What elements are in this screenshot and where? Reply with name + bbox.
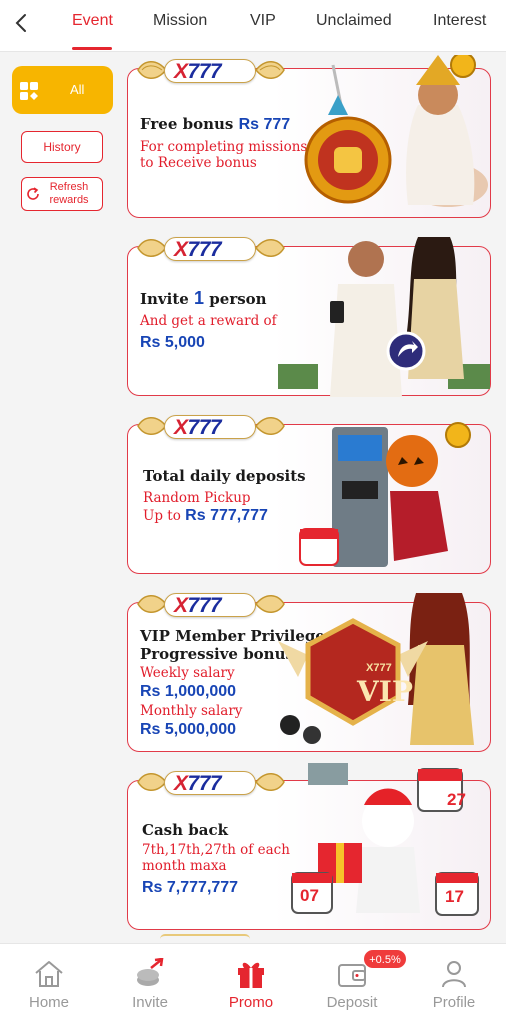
house-icon bbox=[35, 961, 63, 987]
x777-logo: X777 bbox=[136, 53, 286, 87]
nav-deposit-label: Deposit bbox=[326, 994, 378, 1011]
goddess-illustration bbox=[304, 55, 488, 207]
logo-prefix: X bbox=[174, 594, 188, 617]
history-button[interactable]: History bbox=[21, 131, 103, 163]
gold-wing-icon bbox=[255, 773, 285, 791]
x777-logo: X777 bbox=[136, 587, 286, 621]
logo-prefix: X bbox=[174, 416, 188, 439]
x777-logo: X777 bbox=[136, 231, 286, 265]
grid-icon bbox=[20, 82, 38, 100]
tab-mission[interactable]: Mission bbox=[153, 12, 207, 30]
card-line2: month maxa bbox=[142, 858, 227, 874]
tab-unclaimed[interactable]: Unclaimed bbox=[316, 12, 392, 30]
nav-home[interactable]: Home bbox=[9, 958, 89, 1011]
x777-logo: X777 bbox=[136, 409, 286, 443]
logo-number: 777 bbox=[187, 416, 222, 439]
card-line2-prefix: Up to bbox=[143, 508, 181, 524]
card-line1: For completing missions bbox=[140, 139, 308, 155]
logo-prefix: X bbox=[174, 60, 188, 83]
nav-invite[interactable]: Invite bbox=[110, 958, 190, 1011]
logo-prefix: X bbox=[174, 238, 188, 261]
nav-invite-label: Invite bbox=[132, 994, 168, 1011]
category-sidebar: All History Refresh rewards bbox=[0, 53, 122, 943]
gift-icon bbox=[238, 962, 264, 988]
gold-wing-icon bbox=[255, 417, 285, 435]
card-title-b: person bbox=[209, 290, 267, 308]
logo-number: 777 bbox=[187, 60, 222, 83]
logo-number: 777 bbox=[187, 238, 222, 261]
card-amount: Rs 777 bbox=[238, 116, 291, 133]
card-title2: Progressive bonus bbox=[140, 645, 294, 663]
logo-number: 777 bbox=[187, 594, 222, 617]
category-all-label: All bbox=[70, 82, 85, 97]
calendar-date-left: 07 bbox=[300, 886, 319, 905]
weekly-label: Weekly salary bbox=[140, 665, 235, 681]
promo-screen: Event Mission VIP Unclaimed Interest All… bbox=[0, 0, 506, 1024]
card-line1: Random Pickup bbox=[143, 490, 251, 506]
card-title: Cash back bbox=[142, 821, 228, 839]
calendar-date-top: 27 bbox=[447, 790, 466, 809]
refresh-rewards-label: Refresh rewards bbox=[49, 181, 89, 206]
atm-pumpkin-illustration bbox=[299, 422, 471, 567]
card-line2: to Receive bonus bbox=[140, 155, 257, 171]
vip-badge-brand: X777 bbox=[366, 662, 392, 674]
back-button[interactable] bbox=[8, 10, 34, 36]
nav-promo-label: Promo bbox=[228, 994, 274, 1011]
invite-count: 1 bbox=[194, 288, 205, 308]
calendar-date-right: 17 bbox=[445, 887, 464, 906]
logo-prefix: X bbox=[174, 772, 188, 795]
couple-illustration bbox=[278, 237, 490, 397]
refresh-icon bbox=[27, 187, 39, 200]
promo-card-free-bonus[interactable]: X777 Free bonus Rs 777 For completing mi… bbox=[127, 55, 491, 218]
gold-wing-icon bbox=[255, 61, 285, 79]
person-icon bbox=[442, 961, 466, 988]
category-all-button[interactable]: All bbox=[12, 66, 113, 114]
card-amount: Rs 777,777 bbox=[185, 507, 268, 524]
history-label: History bbox=[43, 140, 81, 154]
nav-promo[interactable]: Promo bbox=[211, 958, 291, 1011]
nav-home-label: Home bbox=[28, 994, 69, 1011]
chevron-left-icon bbox=[15, 14, 26, 32]
card-line1: 7th,17th,27th of each bbox=[142, 842, 290, 858]
promo-card-vip[interactable]: X777 VIP Member Privileges Progressive b… bbox=[127, 593, 491, 752]
refresh-rewards-button[interactable]: Refresh rewards bbox=[21, 177, 103, 211]
promo-card-daily-deposits[interactable]: X777 Total daily deposits Random Pickup … bbox=[127, 415, 491, 574]
active-tab-indicator bbox=[72, 47, 112, 50]
nav-profile[interactable]: Profile bbox=[414, 958, 494, 1011]
x777-logo: X777 bbox=[136, 765, 286, 799]
promo-card-invite[interactable]: X777 Invite 1 person And get a reward of… bbox=[127, 237, 491, 397]
card-title: Total daily deposits bbox=[143, 467, 306, 485]
card-amount: Rs 7,777,777 bbox=[142, 879, 239, 896]
tab-event[interactable]: Event bbox=[72, 12, 113, 30]
promo-card-cash-back[interactable]: X777 Cash back 7th,17th,27th of each mon… bbox=[127, 763, 491, 930]
top-tab-bar: Event Mission VIP Unclaimed Interest bbox=[0, 0, 506, 52]
monthly-label: Monthly salary bbox=[140, 703, 243, 719]
coins-arrow-icon bbox=[137, 958, 164, 986]
logo-number: 777 bbox=[187, 772, 222, 795]
card-line1: And get a reward of bbox=[140, 313, 277, 329]
bottom-navigation: Home Invite Promo Deposit Profile bbox=[0, 943, 506, 1024]
card-title: Free bonus bbox=[140, 115, 234, 133]
nav-profile-label: Profile bbox=[432, 994, 476, 1011]
card-amount: Rs 5,000 bbox=[140, 334, 205, 351]
card-title-a: Invite bbox=[140, 290, 189, 308]
vip-badge-text: VIP bbox=[357, 675, 413, 708]
tab-vip[interactable]: VIP bbox=[250, 12, 276, 30]
deposit-bonus-badge: +0.5% bbox=[363, 949, 407, 969]
tab-interest[interactable]: Interest bbox=[433, 12, 486, 30]
monthly-amount: Rs 5,000,000 bbox=[140, 721, 237, 738]
weekly-amount: Rs 1,000,000 bbox=[140, 683, 237, 700]
